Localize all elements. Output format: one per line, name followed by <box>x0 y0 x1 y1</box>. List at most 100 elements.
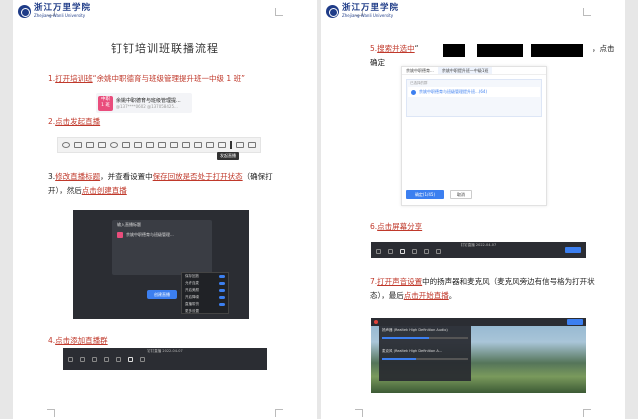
mic-icon[interactable] <box>80 357 85 362</box>
group-avatar: 中职 1 班 <box>98 95 113 111</box>
university-name-cn: 浙江万里学院 <box>34 3 92 13</box>
camera-icon[interactable] <box>68 357 73 362</box>
camera-icon[interactable] <box>376 249 381 254</box>
add-group-icon[interactable] <box>436 249 441 254</box>
menu-item[interactable]: 更多设置 <box>182 308 228 315</box>
share-screen-icon[interactable] <box>400 249 405 254</box>
toggle-icon[interactable] <box>219 282 225 285</box>
corner-mark <box>275 8 283 16</box>
corner-mark <box>583 409 591 417</box>
menu-item[interactable]: 直播带货 <box>182 301 228 308</box>
menu-item[interactable]: 开启美颜 <box>182 287 228 294</box>
step-2: 2.点击发起直播 <box>48 117 101 126</box>
more-icon[interactable] <box>236 142 244 148</box>
live-setup-panel: 输入直播标题 余姚中职德育与班级管理... <box>112 220 212 275</box>
record-icon <box>374 320 378 324</box>
redaction-bar <box>443 44 465 57</box>
create-live-button[interactable]: 创建直播 <box>147 290 177 299</box>
group-card[interactable]: 中职 1 班 余姚中职德育与班级管理提... @137****0602 @1370… <box>96 93 192 113</box>
check-icon[interactable] <box>411 89 416 95</box>
dialog-tab[interactable]: 余姚中职德育... <box>402 67 438 74</box>
folder-icon[interactable] <box>86 142 94 148</box>
live-settings-menu: 保存回放 允许连麦 开启美颜 开启降噪 直播带货 更多设置 <box>181 272 229 314</box>
mic-icon[interactable] <box>388 249 393 254</box>
corner-mark <box>355 409 363 417</box>
speaker-slider[interactable] <box>382 337 468 339</box>
redaction-bar <box>531 44 583 57</box>
group-members: @137****0602 @137058425... <box>116 104 178 109</box>
screen-icon[interactable] <box>194 142 202 148</box>
chat-toolbar: 发起直播 <box>57 137 261 160</box>
cancel-button[interactable]: 取消 <box>450 190 472 199</box>
speaker-level <box>382 337 430 339</box>
group-item[interactable]: 余姚中职德育与班级管理提升班...(64) <box>408 87 540 97</box>
doc-icon[interactable] <box>122 142 130 148</box>
beauty-icon[interactable] <box>104 357 109 362</box>
settings-icon[interactable] <box>140 357 145 362</box>
clock-icon[interactable] <box>110 142 118 148</box>
toggle-icon[interactable] <box>219 289 225 292</box>
group-dot-icon <box>117 232 123 238</box>
menu-item[interactable]: 开启降噪 <box>182 294 228 301</box>
mic-slider[interactable] <box>382 358 468 360</box>
phone-icon[interactable] <box>170 142 178 148</box>
mic-label: 麦克风 (Realtek High Definition A... <box>382 349 443 353</box>
step-7: 7.打开声音设置中的扬声器和麦克风（麦克风旁边有信号格为打开状 态），最后点击开… <box>370 277 595 300</box>
live-group-row: 余姚中职德育与班级管理... <box>112 230 212 240</box>
start-live-tooltip: 发起直播 <box>217 152 239 160</box>
live-time: 钉钉直播 2022-04-07 <box>147 349 183 353</box>
university-header: 浙江万里学院 Zhejiang Wanli University <box>18 4 91 18</box>
corner-mark <box>47 409 55 417</box>
mic-level <box>382 358 417 360</box>
at-icon[interactable] <box>74 142 82 148</box>
beauty-icon[interactable] <box>412 249 417 254</box>
start-live-button[interactable] <box>565 247 581 253</box>
corner-mark <box>275 409 283 417</box>
university-name-en: Zhejiang Wanli University <box>34 13 86 18</box>
task-icon[interactable] <box>158 142 166 148</box>
speaker-label: 扬声器 (Realtek High Definition Audio) <box>382 328 448 332</box>
settings-icon[interactable] <box>248 142 256 148</box>
menu-item[interactable]: 保存回放 <box>182 273 228 280</box>
university-name-cn: 浙江万里学院 <box>342 3 400 13</box>
start-live-icon[interactable] <box>230 141 232 149</box>
audio-settings-panel: 扬声器 (Realtek High Definition Audio) 麦克风 … <box>379 326 471 381</box>
document-page-right: 浙江万里学院 Zhejiang Wanli University 5.搜索并选中… <box>321 0 625 419</box>
video-icon[interactable] <box>182 142 190 148</box>
toggle-icon[interactable] <box>219 303 225 306</box>
live-top-bar <box>371 318 586 326</box>
interact-icon[interactable] <box>424 249 429 254</box>
step-4: 4.点击添加直播群 <box>48 336 108 345</box>
step-6: 6.点击屏幕分享 <box>370 222 423 231</box>
list-label: 已选择的群 <box>410 81 428 85</box>
share-control-bar: 钉钉直播 2022-04-07 <box>371 242 586 258</box>
step-3: 3.修改直播标题，并查看设置中保存回放是否处于打开状态（确保打 开），然后点击创… <box>48 172 273 195</box>
toggle-icon[interactable] <box>219 296 225 299</box>
select-group-dialog: 余姚中职德育... 余姚中职提升班一中级1班 已选择的群 余姚中职德育与班级管理… <box>401 66 547 206</box>
confirm-button[interactable]: 确定(1/45) <box>406 190 444 199</box>
university-logo-icon <box>18 4 31 18</box>
dialog-tab-active[interactable]: 余姚中职提升班一中级1班 <box>437 67 493 74</box>
live-title-input[interactable]: 输入直播标题 <box>112 220 212 230</box>
interact-icon[interactable] <box>116 357 121 362</box>
group-name: 余姚中职德育与班级管理提... <box>116 98 181 104</box>
calendar-icon[interactable] <box>146 142 154 148</box>
card-icon[interactable] <box>218 142 226 148</box>
selected-group-list: 已选择的群 余姚中职德育与班级管理提升班...(64) <box>406 79 542 117</box>
redaction-bar <box>477 44 523 57</box>
emoji-icon[interactable] <box>62 142 70 148</box>
mail-icon[interactable] <box>134 142 142 148</box>
vote-icon[interactable] <box>206 142 214 148</box>
corner-mark <box>583 8 591 16</box>
step-1: 1.打开培训班“余姚中职德育与班级管理提升班一中级 1 班” <box>48 74 245 83</box>
menu-item[interactable]: 允许连麦 <box>182 280 228 287</box>
share-screen-icon[interactable] <box>92 357 97 362</box>
add-group-icon[interactable] <box>128 357 133 362</box>
university-header: 浙江万里学院 Zhejiang Wanli University <box>326 4 399 18</box>
university-logo-icon <box>326 4 339 18</box>
image-icon[interactable] <box>98 142 106 148</box>
toggle-icon[interactable] <box>219 275 225 278</box>
start-live-button[interactable] <box>567 319 583 325</box>
document-title: 钉钉培训班联播流程 <box>111 42 219 55</box>
university-name-en: Zhejiang Wanli University <box>342 13 394 18</box>
